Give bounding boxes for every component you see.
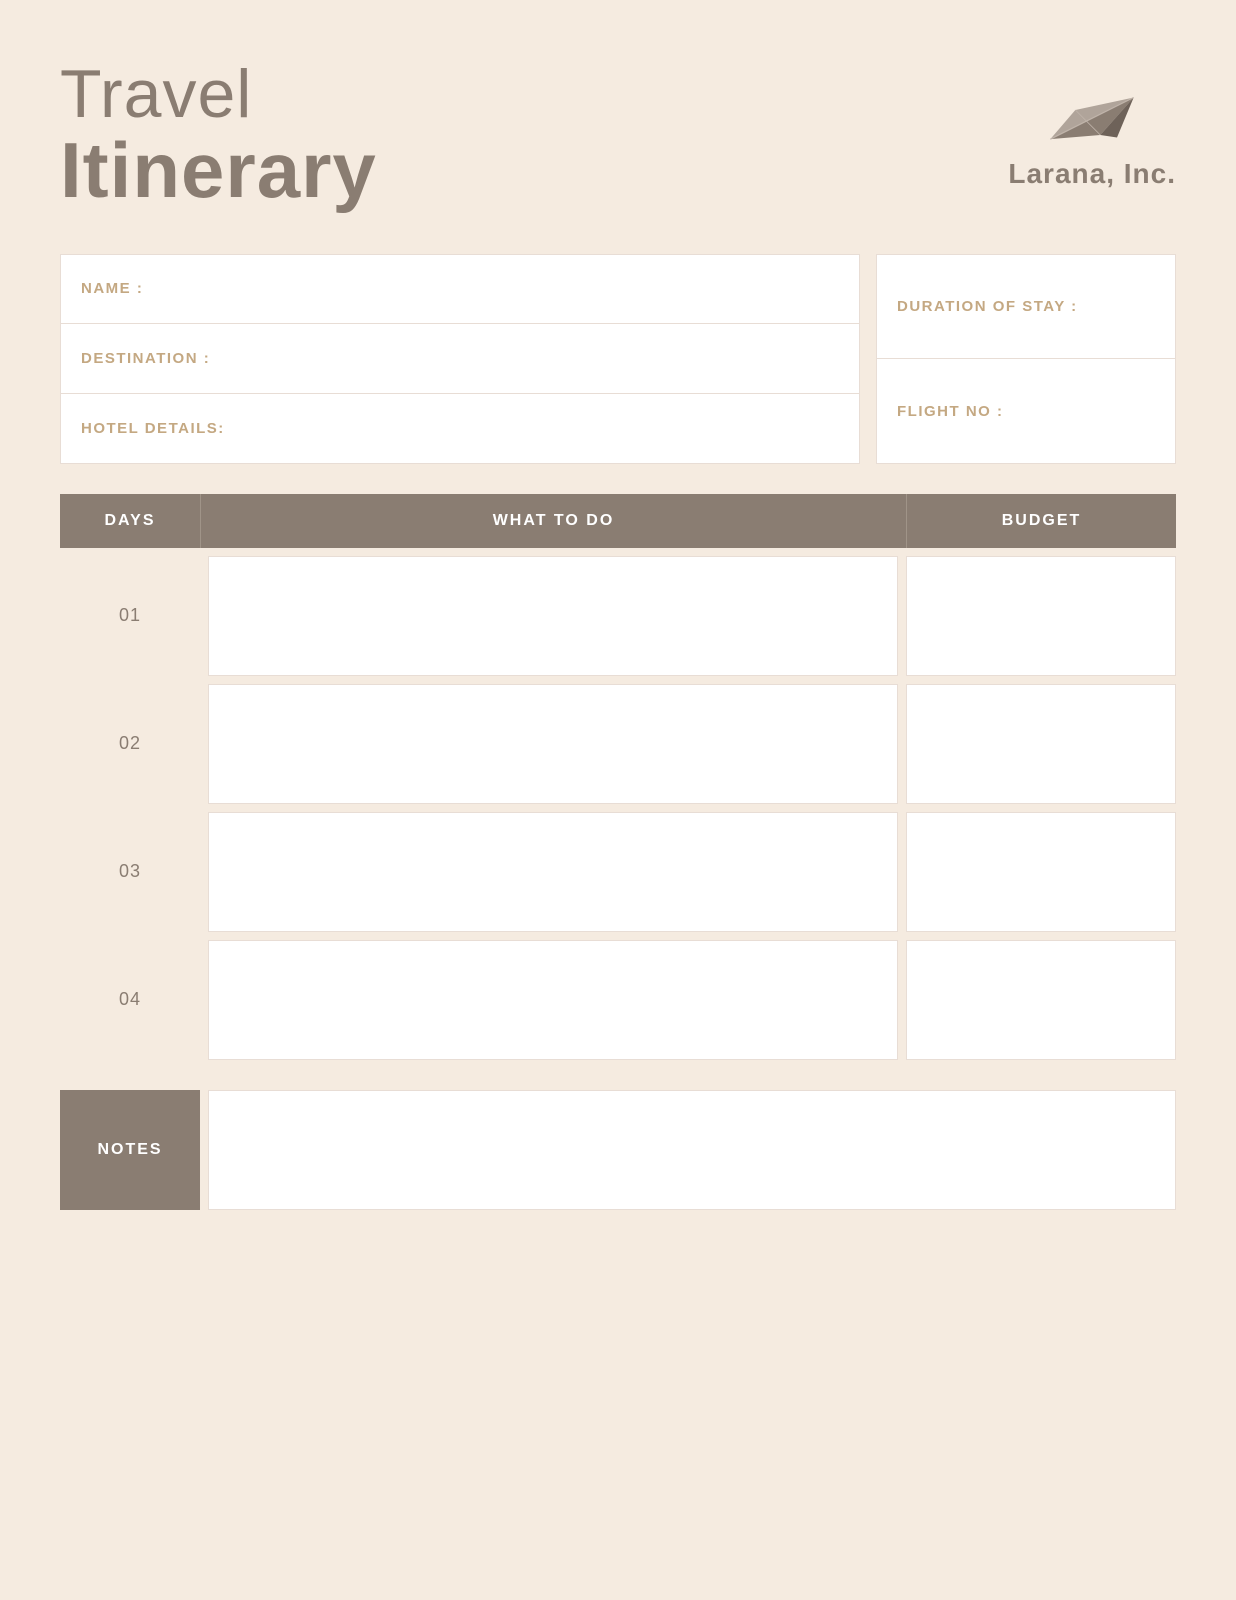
table-row: 04: [60, 940, 1176, 1060]
title-itinerary: Itinerary: [60, 128, 377, 214]
header-title: Travel Itinerary: [60, 60, 377, 214]
logo-text: Larana, Inc.: [1008, 158, 1176, 190]
col-header-days: DAYS: [60, 494, 200, 548]
header-logo: Larana, Inc.: [1008, 70, 1176, 190]
budget-3[interactable]: [906, 812, 1176, 932]
what-to-do-4[interactable]: [208, 940, 898, 1060]
notes-section: NOTES: [60, 1090, 1176, 1210]
day-number-4: 04: [60, 940, 200, 1060]
paper-plane-icon: [1042, 70, 1142, 150]
name-field[interactable]: NAME :: [60, 254, 860, 324]
info-section: NAME : DESTINATION : HOTEL DETAILS: DURA…: [60, 254, 1176, 464]
table-row: 02: [60, 684, 1176, 804]
title-travel: Travel: [60, 60, 377, 128]
budget-1[interactable]: [906, 556, 1176, 676]
budget-2[interactable]: [906, 684, 1176, 804]
destination-field[interactable]: DESTINATION :: [60, 324, 860, 394]
flight-label: FLIGHT NO :: [897, 403, 1004, 420]
header: Travel Itinerary Larana, Inc.: [60, 60, 1176, 214]
notes-label: NOTES: [60, 1090, 200, 1210]
flight-field[interactable]: FLIGHT NO :: [876, 359, 1176, 464]
table-row: 03: [60, 812, 1176, 932]
name-label: NAME :: [81, 280, 143, 297]
duration-field[interactable]: DURATION OF STAY :: [876, 254, 1176, 360]
col-header-budget: BUDGET: [906, 494, 1176, 548]
table-row: 01: [60, 556, 1176, 676]
hotel-field[interactable]: HOTEL DETAILS:: [60, 394, 860, 464]
info-right: DURATION OF STAY : FLIGHT NO :: [876, 254, 1176, 464]
destination-label: DESTINATION :: [81, 350, 210, 367]
duration-label: DURATION OF STAY :: [897, 298, 1078, 315]
what-to-do-1[interactable]: [208, 556, 898, 676]
itinerary-table: DAYS WHAT TO DO BUDGET 01 02 03 04: [60, 494, 1176, 1060]
page: Travel Itinerary Larana, Inc. NAME : DES…: [0, 0, 1236, 1600]
hotel-label: HOTEL DETAILS:: [81, 420, 225, 437]
budget-4[interactable]: [906, 940, 1176, 1060]
notes-content[interactable]: [208, 1090, 1176, 1210]
table-header: DAYS WHAT TO DO BUDGET: [60, 494, 1176, 548]
col-header-what: WHAT TO DO: [200, 494, 906, 548]
what-to-do-2[interactable]: [208, 684, 898, 804]
what-to-do-3[interactable]: [208, 812, 898, 932]
day-number-3: 03: [60, 812, 200, 932]
day-number-2: 02: [60, 684, 200, 804]
info-left: NAME : DESTINATION : HOTEL DETAILS:: [60, 254, 860, 464]
day-number-1: 01: [60, 556, 200, 676]
